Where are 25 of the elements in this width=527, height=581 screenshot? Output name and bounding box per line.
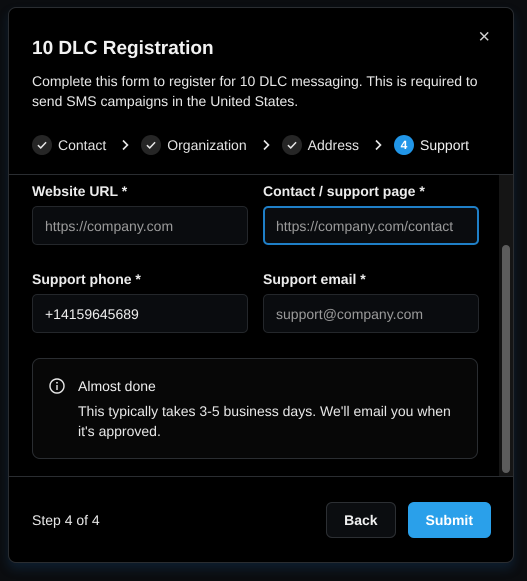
step-label[interactable]: Address bbox=[308, 137, 359, 153]
field-label: Support phone * bbox=[32, 271, 142, 287]
step-counter: Step 4 of 4 bbox=[32, 512, 100, 528]
field-label: Contact / support page * bbox=[263, 183, 426, 199]
input-field[interactable]: +14159645689 bbox=[32, 294, 248, 333]
chevron-right-icon bbox=[374, 139, 382, 151]
info-icon bbox=[49, 378, 65, 394]
close-button[interactable]: × bbox=[478, 27, 490, 47]
input-field[interactable]: https://company.com/contact bbox=[263, 206, 479, 245]
input-field[interactable]: support@company.com bbox=[263, 294, 479, 333]
dialog-title: 10 DLC Registration bbox=[32, 38, 214, 60]
step-label[interactable]: Support bbox=[420, 137, 470, 153]
step-label[interactable]: Organization bbox=[167, 137, 247, 153]
input-field[interactable]: https://company.com bbox=[32, 206, 248, 245]
notice-text: This typically takes 3-5 business days. We'll email you when it's approved. bbox=[78, 402, 452, 441]
chevron-right-icon bbox=[121, 139, 130, 151]
dialog-description: Complete this form to register for 10 DLC messaging. This is required to send SMS campaigns in the United States. bbox=[32, 72, 479, 111]
step-number: 4 bbox=[394, 135, 414, 155]
field-label: Support email * bbox=[263, 271, 367, 287]
scrollbar[interactable] bbox=[499, 175, 513, 476]
chevron-right-icon bbox=[262, 139, 270, 151]
field-label: Website URL * bbox=[32, 183, 128, 199]
back-button[interactable]: Back bbox=[326, 502, 396, 538]
notice-title: Almost done bbox=[78, 377, 157, 396]
step-label[interactable]: Contact bbox=[58, 137, 106, 153]
